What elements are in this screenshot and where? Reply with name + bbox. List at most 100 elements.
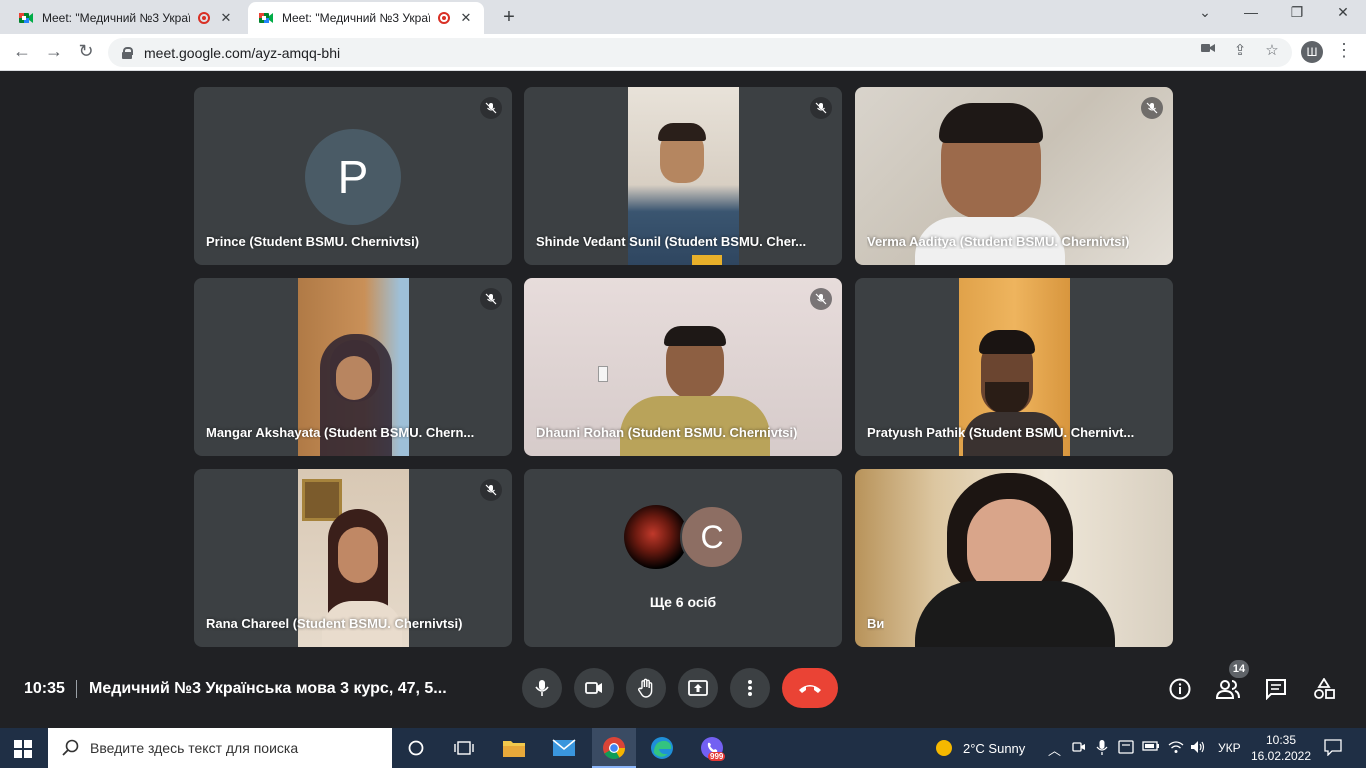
close-tab-icon[interactable]: ✕ [218, 10, 234, 26]
participant-name: Mangar Akshayata (Student BSMU. Chern... [206, 425, 475, 440]
weather-sun-icon[interactable] [934, 738, 954, 761]
info-icon [1169, 678, 1191, 700]
chat-button[interactable] [1263, 676, 1289, 702]
people-icon [1216, 680, 1240, 699]
phone-link-icon[interactable] [1118, 740, 1134, 757]
close-tab-icon[interactable]: ✕ [458, 10, 474, 26]
tab-search-chevron-icon[interactable]: ⌄ [1182, 4, 1228, 21]
more-vert-icon [748, 680, 752, 696]
forward-arrow-icon[interactable]: → [42, 41, 66, 62]
taskbar-search-box[interactable]: Введите здесь текст для поиска [48, 728, 392, 768]
meeting-details-button[interactable] [1167, 676, 1193, 702]
cortana-icon[interactable] [404, 736, 428, 760]
mail-icon[interactable] [552, 736, 576, 760]
taskbar-date[interactable]: 16.02.2022 [1250, 749, 1312, 763]
more-participants-label: Ще 6 осіб [649, 594, 717, 610]
edge-icon[interactable] [650, 736, 674, 760]
present-icon [688, 680, 708, 696]
recording-icon [198, 12, 210, 24]
meet-camera-tray-icon[interactable] [1072, 740, 1086, 757]
share-icon[interactable]: ⇪ [1230, 41, 1250, 59]
browser-menu-icon[interactable]: ⋮ [1335, 40, 1353, 61]
notifications-icon[interactable] [1324, 738, 1342, 759]
browser-tab-1[interactable]: Meet: "Медичний №3 Украї ✕ [8, 2, 244, 34]
close-window-button[interactable]: ✕ [1320, 4, 1366, 21]
microphone-button[interactable] [522, 668, 562, 708]
raise-hand-button[interactable] [626, 668, 666, 708]
bookmark-star-icon[interactable]: ☆ [1262, 41, 1282, 59]
show-hidden-icons-chevron-icon[interactable]: ︿ [1048, 740, 1061, 759]
meet-favicon-icon [258, 10, 274, 26]
more-participants-tile[interactable]: C Ще 6 осіб [524, 469, 842, 647]
new-tab-button[interactable]: + [498, 6, 520, 29]
taskbar-time[interactable]: 10:35 [1256, 733, 1306, 747]
participant-tile[interactable]: Ви [855, 469, 1173, 647]
participant-tile[interactable]: Rana Chareel (Student BSMU. Chernivtsi) [194, 469, 512, 647]
reload-icon[interactable]: ↻ [74, 41, 98, 62]
mic-off-icon [810, 288, 832, 310]
participant-tile[interactable]: Pratyush Pathik (Student BSMU. Chernivt.… [855, 278, 1173, 456]
browser-tab-2[interactable]: Meet: "Медичний №3 Украї ✕ [248, 2, 484, 34]
search-icon [62, 739, 79, 756]
chat-icon [1266, 679, 1286, 700]
mic-off-icon [480, 288, 502, 310]
meeting-title: Медичний №3 Українська мова 3 курс, 47, … [89, 680, 447, 697]
avatar [624, 505, 688, 569]
minimize-button[interactable]: — [1228, 4, 1274, 20]
mic-off-icon [1141, 97, 1163, 119]
address-bar[interactable]: meet.google.com/ayz-amqq-bhi [108, 38, 1292, 67]
activities-shapes-icon [1314, 678, 1335, 699]
maximize-button[interactable]: ❐ [1274, 4, 1320, 21]
avatar: C [680, 505, 744, 569]
lock-icon [122, 46, 133, 59]
keyboard-language[interactable]: УКР [1218, 741, 1241, 755]
chrome-icon [603, 737, 625, 759]
viber-icon[interactable]: 999 [700, 736, 726, 761]
mic-off-icon [480, 479, 502, 501]
weather-text[interactable]: 2°C Sunny [963, 741, 1025, 756]
participant-name: Verma Aaditya (Student BSMU. Chernivtsi) [867, 234, 1130, 249]
camera-button[interactable] [574, 668, 614, 708]
browser-tab-strip: Meet: "Медичний №3 Украї ✕ Meet: "Медичн… [0, 0, 1366, 34]
browser-toolbar: ← → ↻ meet.google.com/ayz-amqq-bhi ⇪ ☆ Ш… [0, 34, 1366, 71]
activities-button[interactable] [1311, 676, 1337, 702]
url-text: meet.google.com/ayz-amqq-bhi [144, 44, 341, 61]
present-screen-button[interactable] [678, 668, 718, 708]
camera-icon [585, 682, 602, 694]
mic-off-icon [810, 97, 832, 119]
participant-tile[interactable]: Dhauni Rohan (Student BSMU. Chernivtsi) [524, 278, 842, 456]
participant-name: Dhauni Rohan (Student BSMU. Chernivtsi) [536, 425, 798, 440]
windows-taskbar: Введите здесь текст для поиска 999 2°C S… [0, 728, 1366, 768]
microphone-icon [535, 680, 549, 696]
hang-up-icon [799, 685, 821, 693]
hand-icon [638, 678, 653, 698]
taskbar-chrome-active[interactable] [592, 728, 636, 768]
participant-tile[interactable]: Verma Aaditya (Student BSMU. Chernivtsi) [855, 87, 1173, 265]
divider [76, 680, 77, 698]
meet-favicon-icon [18, 10, 34, 26]
microphone-tray-icon[interactable] [1096, 740, 1108, 759]
task-view-icon[interactable] [452, 736, 476, 760]
recording-icon [438, 12, 450, 24]
participant-name: Pratyush Pathik (Student BSMU. Chernivt.… [867, 425, 1135, 440]
battery-icon[interactable] [1142, 740, 1160, 755]
tab-title: Meet: "Медичний №3 Украї [42, 11, 190, 25]
meeting-clock: 10:35 [24, 680, 65, 697]
back-arrow-icon[interactable]: ← [10, 41, 34, 62]
windows-start-icon[interactable] [14, 740, 32, 763]
file-explorer-icon[interactable] [502, 736, 526, 760]
participants-button[interactable] [1215, 676, 1241, 702]
camera-permission-icon[interactable] [1198, 41, 1218, 58]
volume-icon[interactable] [1190, 740, 1206, 757]
participant-tile[interactable]: Mangar Akshayata (Student BSMU. Chern... [194, 278, 512, 456]
wifi-icon[interactable] [1168, 740, 1184, 757]
leave-call-button[interactable] [782, 668, 838, 708]
participant-tile[interactable]: P Prince (Student BSMU. Chernivtsi) [194, 87, 512, 265]
mic-off-icon [480, 97, 502, 119]
participant-tile[interactable]: Shinde Vedant Sunil (Student BSMU. Cher.… [524, 87, 842, 265]
more-options-button[interactable] [730, 668, 770, 708]
profile-avatar[interactable]: Ш [1301, 41, 1323, 63]
participant-name: Ви [867, 616, 885, 631]
meet-control-bar: 10:35 Медичний №3 Українська мова 3 курс… [0, 656, 1366, 728]
participant-name: Rana Chareel (Student BSMU. Chernivtsi) [206, 616, 463, 631]
